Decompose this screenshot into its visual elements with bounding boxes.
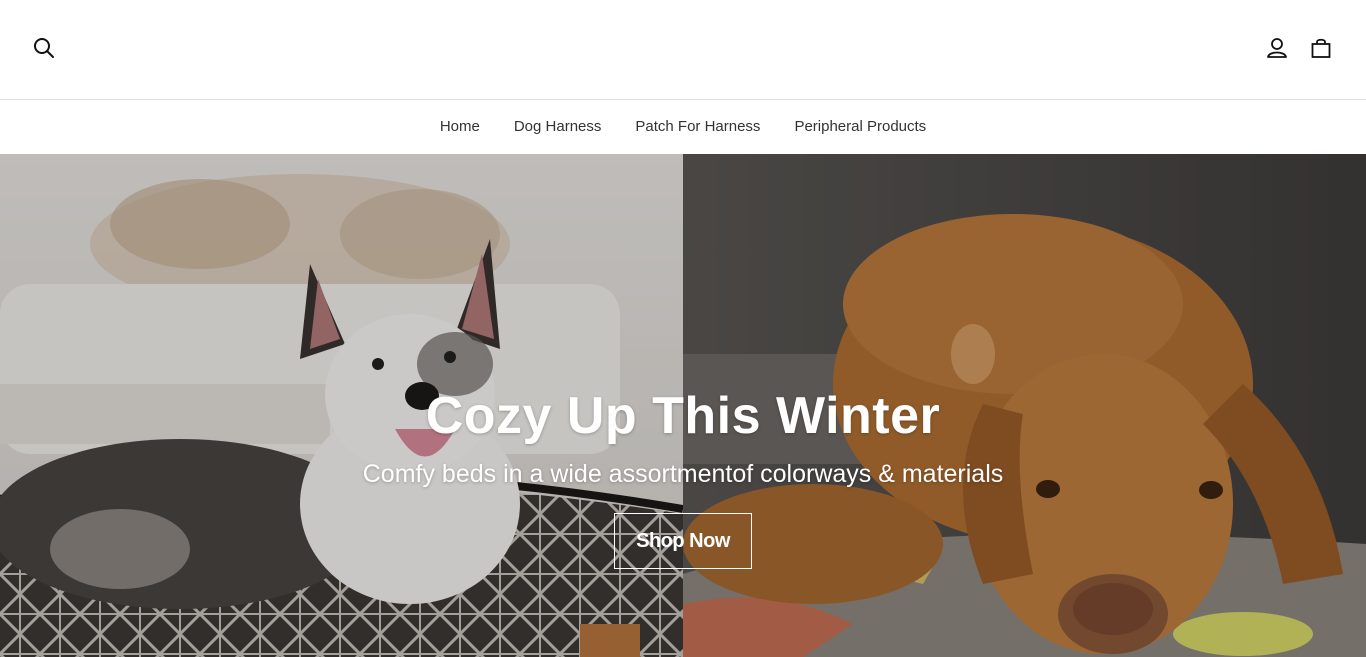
search-icon[interactable] bbox=[24, 28, 64, 68]
nav-item-patch-for-harness[interactable]: Patch For Harness bbox=[618, 100, 777, 154]
shop-now-button[interactable]: Shop Now bbox=[614, 513, 752, 569]
nav-item-peripheral-products[interactable]: Peripheral Products bbox=[777, 100, 943, 154]
main-navigation: Home Dog Harness Patch For Harness Perip… bbox=[0, 100, 1366, 154]
hero-subtitle: Comfy beds in a wide assortmentof colorw… bbox=[362, 460, 1004, 488]
hero-banner: Cozy Up This Winter Comfy beds in a wide… bbox=[0, 154, 1366, 657]
hero-title: Cozy Up This Winter bbox=[425, 387, 941, 445]
account-icon[interactable] bbox=[1257, 28, 1297, 68]
nav-item-dog-harness[interactable]: Dog Harness bbox=[497, 100, 619, 154]
site-header bbox=[0, 0, 1366, 100]
shopping-bag-icon[interactable] bbox=[1301, 28, 1341, 68]
nav-item-home[interactable]: Home bbox=[423, 100, 497, 154]
